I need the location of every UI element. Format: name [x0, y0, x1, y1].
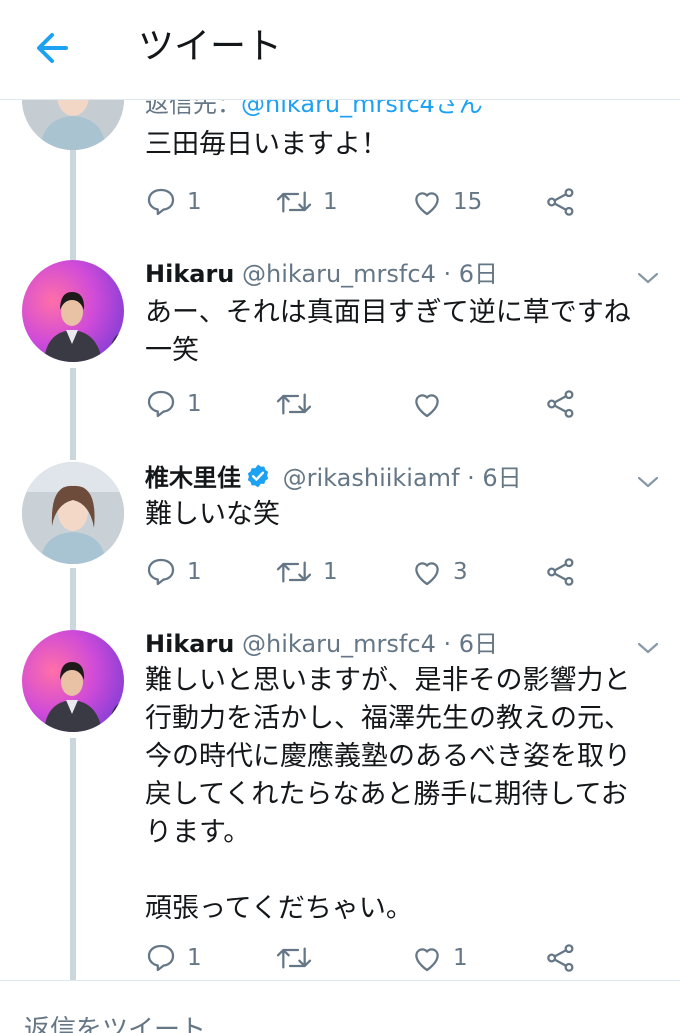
tweet-text: あー、それは真面目すぎて逆に草ですね 一笑	[145, 297, 631, 366]
tweet-time: · 6日	[467, 464, 522, 492]
user-handle[interactable]: @rikashiikiamf	[283, 464, 460, 492]
share-icon	[547, 944, 574, 972]
retweet-button[interactable]	[275, 938, 323, 978]
tweet-header: 椎木里佳 @rikashiikiamf · 6日	[145, 462, 522, 494]
arrow-left-icon	[37, 33, 68, 63]
reply-button[interactable]: 1	[145, 938, 202, 978]
tweet[interactable]: 椎木里佳 @rikashiikiamf · 6日 難しいな笑 1 1 3	[0, 452, 680, 612]
like-button[interactable]: 1	[411, 938, 468, 978]
share-icon	[547, 558, 574, 586]
display-name[interactable]: Hikaru	[145, 260, 234, 288]
like-count: 1	[453, 945, 468, 971]
tweet-actions: 1 1 15	[145, 182, 585, 222]
heart-icon	[415, 948, 439, 972]
reply-count: 1	[187, 189, 202, 215]
share-button[interactable]	[545, 552, 577, 592]
retweet-icon	[276, 947, 312, 969]
reply-count: 1	[187, 391, 202, 417]
heart-icon	[415, 562, 439, 586]
retweet-icon	[276, 393, 312, 415]
share-icon	[547, 390, 574, 418]
retweet-icon	[276, 561, 312, 583]
reply-count: 1	[187, 559, 202, 585]
share-icon	[547, 188, 574, 216]
reply-icon	[147, 390, 175, 418]
tweet-actions: 1 1 3	[145, 552, 585, 592]
user-handle[interactable]: @hikaru_mrsfc4	[242, 630, 436, 658]
chevron-down-icon[interactable]	[636, 640, 660, 656]
chevron-down-icon[interactable]	[636, 474, 660, 490]
avatar[interactable]	[22, 462, 124, 564]
tweet-time: · 6日	[443, 260, 499, 288]
like-button[interactable]: 15	[411, 182, 482, 222]
tweet-text: 難しいな笑	[145, 499, 280, 530]
retweet-button[interactable]: 1	[275, 552, 338, 592]
like-count: 15	[453, 189, 483, 215]
reply-count: 1	[187, 945, 202, 971]
page-title: ツイート	[138, 26, 283, 67]
retweet-icon	[276, 191, 312, 213]
chevron-down-icon[interactable]	[636, 270, 660, 286]
share-button[interactable]	[545, 182, 577, 222]
reply-button[interactable]: 1	[145, 552, 202, 592]
tweet[interactable]: Hikaru @hikaru_mrsfc4 · 6日 難しいと思いますが、是非そ…	[0, 620, 680, 980]
tweet-header: Hikaru @hikaru_mrsfc4 · 6日	[145, 258, 498, 290]
reply-icon	[147, 188, 175, 216]
back-button[interactable]	[28, 26, 78, 70]
share-button[interactable]	[545, 938, 577, 978]
like-count: 3	[453, 559, 468, 585]
tweet-text: 三田毎日いますよ！	[145, 129, 388, 160]
tweet-actions: 1	[145, 384, 585, 424]
like-button[interactable]: 3	[411, 552, 468, 592]
app-header: ツイート	[0, 0, 680, 100]
reply-icon	[147, 558, 175, 586]
reply-button[interactable]: 1	[145, 384, 202, 424]
retweet-count: 1	[323, 189, 338, 215]
heart-icon	[415, 394, 439, 418]
display-name[interactable]: 椎木里佳	[145, 464, 241, 492]
verified-badge-icon	[247, 464, 269, 488]
tweet-thread: 返信先：@hikaru_mrsfc4さん 三田毎日いますよ！ 1 1 15 Hi…	[0, 0, 680, 1033]
tweet-actions: 1 1	[145, 938, 585, 978]
like-button[interactable]	[411, 384, 453, 424]
retweet-count: 1	[323, 559, 338, 585]
reply-input[interactable]: 返信をツイート	[24, 1009, 206, 1033]
reply-icon	[147, 944, 175, 972]
retweet-button[interactable]	[275, 384, 323, 424]
tweet[interactable]: Hikaru @hikaru_mrsfc4 · 6日 あー、それは真面目すぎて逆…	[0, 250, 680, 430]
avatar[interactable]	[22, 630, 124, 732]
tweet-header: Hikaru @hikaru_mrsfc4 · 6日	[145, 628, 498, 660]
retweet-button[interactable]: 1	[275, 182, 338, 222]
tweet-text: 難しいと思いますが、是非その影響力と 行動力を活かし、福澤先生の教えの元、 今の…	[145, 665, 631, 924]
reply-compose-bar[interactable]: 返信をツイート	[0, 980, 680, 1033]
display-name[interactable]: Hikaru	[145, 630, 234, 658]
user-handle[interactable]: @hikaru_mrsfc4	[242, 260, 436, 288]
tweet-time: · 6日	[443, 630, 499, 658]
avatar[interactable]	[22, 260, 124, 362]
share-button[interactable]	[545, 384, 577, 424]
heart-icon	[415, 192, 439, 216]
reply-button[interactable]: 1	[145, 182, 202, 222]
